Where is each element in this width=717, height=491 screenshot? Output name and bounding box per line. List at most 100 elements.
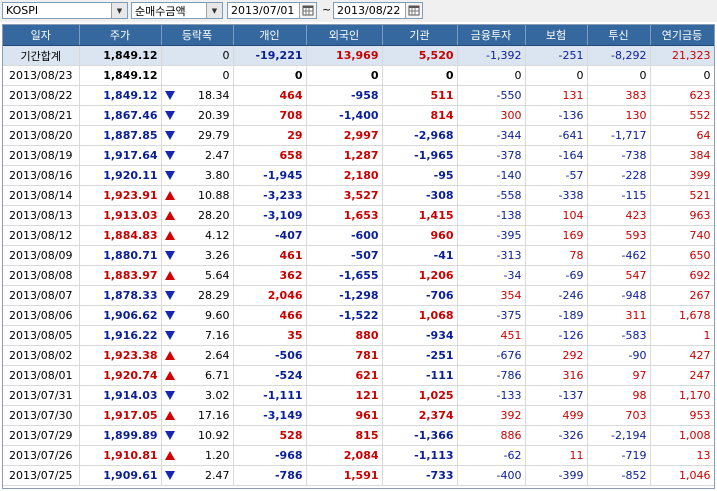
cell-financial-investment: -62 <box>457 445 526 466</box>
cell-value: 2,374 <box>418 409 454 422</box>
cell-financial-investment: -344 <box>457 125 526 146</box>
end-date-field[interactable]: 2013/08/22 <box>333 2 423 19</box>
col-header-individual[interactable]: 개인 <box>233 25 307 46</box>
cell-value: 2013/08/13 <box>9 209 73 222</box>
table-row[interactable]: 2013/08/01 1,920.74 6.71 -524 621 -111 -786 316… <box>3 365 714 386</box>
cell-trust: -719 <box>587 445 651 466</box>
table-row[interactable]: 2013/08/21 1,867.46 20.39 708 -1,400 814 300 -1… <box>3 105 714 126</box>
cell-financial-investment: 451 <box>457 325 526 346</box>
cell-foreign: -958 <box>306 85 383 106</box>
cell-value: 499 <box>562 409 584 422</box>
down-arrow-icon <box>164 391 175 400</box>
cell-value: -1,965 <box>414 149 454 162</box>
cell-change: 7.16 <box>161 325 234 346</box>
cell-value: 2013/07/25 <box>9 469 73 482</box>
cell-trust: -2,194 <box>587 425 651 446</box>
cell-value: 1,678 <box>679 309 711 322</box>
cell-value: -140 <box>496 169 522 182</box>
table-row[interactable]: 2013/07/30 1,917.05 17.16 -3,149 961 2,374 392… <box>3 405 714 426</box>
cell-value: 1,025 <box>418 389 454 402</box>
col-header-price[interactable]: 주가 <box>79 25 162 46</box>
table-row[interactable]: 2013/08/08 1,883.97 5.64 362 -1,655 1,206 -34 -… <box>3 265 714 286</box>
investor-trading-table[interactable]: 일자 주가 등락폭 개인 외국인 기관 금융투자 보험 투신 연기금등 기간합계… <box>2 24 715 489</box>
cell-price: 1,916.22 <box>79 325 162 346</box>
cell-institution: 1,415 <box>382 205 458 226</box>
col-header-date[interactable]: 일자 <box>3 25 80 46</box>
cell-pension: 21,323 <box>650 45 714 66</box>
cell-value: -136 <box>558 109 584 122</box>
down-arrow-icon <box>164 151 175 160</box>
cell-institution: -251 <box>382 345 458 366</box>
cell-value: 963 <box>689 209 711 222</box>
col-header-insurance[interactable]: 보험 <box>525 25 588 46</box>
cell-value: 2013/08/06 <box>9 309 73 322</box>
table-row[interactable]: 2013/08/20 1,887.85 29.79 29 2,997 -2,968 -344… <box>3 125 714 146</box>
cell-individual: -3,109 <box>233 205 307 226</box>
table-row[interactable]: 2013/08/09 1,880.71 3.26 461 -507 -41 -313 78 -4… <box>3 245 714 266</box>
down-arrow-icon <box>164 111 175 120</box>
chevron-down-icon[interactable]: ▼ <box>206 3 222 18</box>
cell-value: 4.12 <box>205 229 230 242</box>
cell-value: -395 <box>496 229 522 242</box>
cell-foreign: 2,997 <box>306 125 383 146</box>
cell-value: 0 <box>639 69 647 82</box>
table-row[interactable]: 2013/08/22 1,849.12 18.34 464 -958 511 -550 131… <box>3 85 714 106</box>
table-row[interactable]: 2013/08/12 1,884.83 4.12 -407 -600 960 -395 169… <box>3 225 714 246</box>
cell-value: 1,849.12 <box>103 69 158 82</box>
table-row[interactable]: 2013/07/29 1,899.89 10.92 528 815 -1,366 886 -3… <box>3 425 714 446</box>
market-select[interactable]: KOSPI ▼ <box>2 2 128 19</box>
cell-foreign: 1,591 <box>306 465 383 486</box>
cell-foreign: 121 <box>306 385 383 406</box>
cell-change: 20.39 <box>161 105 234 126</box>
cell-insurance: -57 <box>525 165 588 186</box>
up-arrow-icon <box>164 271 175 280</box>
table-row[interactable]: 2013/07/25 1,909.61 2.47 -786 1,591 -733 -400 -… <box>3 465 714 486</box>
cell-institution: 511 <box>382 85 458 106</box>
cell-foreign: 880 <box>306 325 383 346</box>
cell-value: -3,149 <box>263 409 303 422</box>
cell-trust: -115 <box>587 185 651 206</box>
cell-trust: 97 <box>587 365 651 386</box>
cell-value: 121 <box>355 389 379 402</box>
start-date-field[interactable]: 2013/07/01 <box>227 2 317 19</box>
cell-individual: 528 <box>233 425 307 446</box>
table-row[interactable]: 2013/08/23 1,849.12 0 0 0 0 0 0 0 0 <box>3 65 714 86</box>
cell-pension: 0 <box>650 65 714 86</box>
cell-price: 1,884.83 <box>79 225 162 246</box>
metric-select[interactable]: 순매수금액 ▼ <box>131 2 223 19</box>
table-row[interactable]: 2013/08/19 1,917.64 2.47 658 1,287 -1,965 -378… <box>3 145 714 166</box>
table-row[interactable]: 2013/08/02 1,923.38 2.64 -506 781 -251 -676 292… <box>3 345 714 366</box>
col-header-pension[interactable]: 연기금등 <box>650 25 714 46</box>
cell-value: 2013/08/07 <box>9 289 73 302</box>
table-row[interactable]: 2013/08/06 1,906.62 9.60 466 -1,522 1,068 -375… <box>3 305 714 326</box>
cell-price: 1,923.91 <box>79 185 162 206</box>
col-header-change[interactable]: 등락폭 <box>161 25 234 46</box>
table-row[interactable]: 2013/08/05 1,916.22 7.16 35 880 -934 451 -126 -5… <box>3 325 714 346</box>
cell-value: 1,909.61 <box>103 469 158 482</box>
table-row[interactable]: 2013/07/31 1,914.03 3.02 -1,111 121 1,025 -133… <box>3 385 714 406</box>
calendar-icon[interactable] <box>299 3 316 18</box>
col-header-foreign[interactable]: 외국인 <box>306 25 383 46</box>
cell-value: -3,109 <box>263 209 303 222</box>
cell-pension: 1,008 <box>650 425 714 446</box>
col-header-financial-investment[interactable]: 금융투자 <box>457 25 526 46</box>
table-row[interactable]: 2013/08/13 1,913.03 28.20 -3,109 1,653 1,415 -… <box>3 205 714 226</box>
down-arrow-icon <box>164 431 175 440</box>
cell-individual: -1,111 <box>233 385 307 406</box>
cell-value: -738 <box>621 149 647 162</box>
col-header-trust[interactable]: 투신 <box>587 25 651 46</box>
cell-date: 2013/08/01 <box>3 365 80 386</box>
table-row[interactable]: 2013/08/07 1,878.33 28.29 2,046 -1,298 -706 35… <box>3 285 714 306</box>
summary-row[interactable]: 기간합계 1,849.12 0 -19,221 13,969 5,520 -1,392 -25… <box>3 45 714 66</box>
cell-value: 7.16 <box>205 329 230 342</box>
table-row[interactable]: 2013/08/16 1,920.11 3.80 -1,945 2,180 -95 -140… <box>3 165 714 186</box>
table-row[interactable]: 2013/07/26 1,910.81 1.20 -968 2,084 -1,113 -62… <box>3 445 714 466</box>
calendar-icon[interactable] <box>405 3 422 18</box>
cell-value: -1,392 <box>486 49 522 62</box>
cell-trust: 547 <box>587 265 651 286</box>
col-header-institution[interactable]: 기관 <box>382 25 458 46</box>
chevron-down-icon[interactable]: ▼ <box>111 3 127 18</box>
table-row[interactable]: 2013/08/14 1,923.91 10.88 -3,233 3,527 -308 -5… <box>3 185 714 206</box>
cell-pension: 384 <box>650 145 714 166</box>
cell-value: 316 <box>562 369 584 382</box>
